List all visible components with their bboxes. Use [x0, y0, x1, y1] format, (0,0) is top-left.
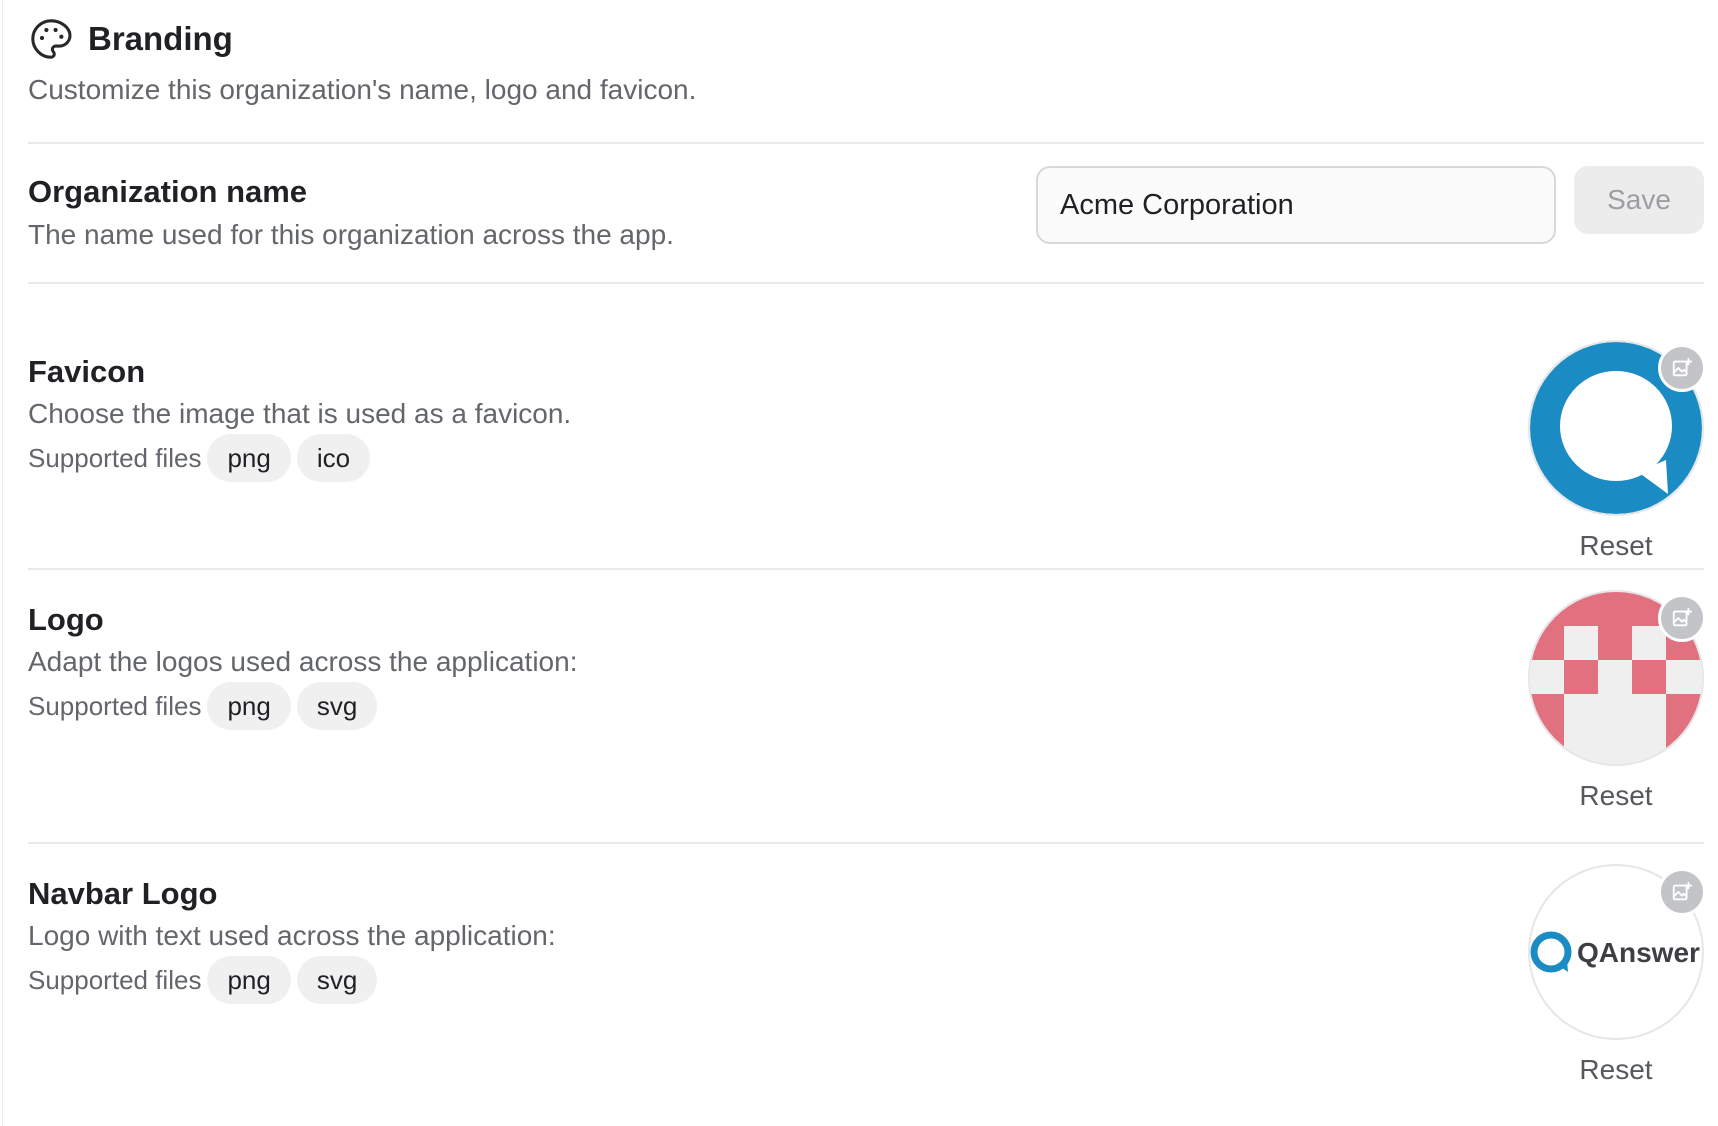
page-subtitle: Customize this organization's name, logo…: [28, 74, 697, 105]
branding-settings: Branding Customize this organization's n…: [28, 0, 1706, 1104]
format-chip: png: [207, 682, 291, 730]
navbar-logo-section: Navbar Logo Logo with text used across t…: [28, 844, 1706, 1104]
image-edit-icon[interactable]: [1658, 868, 1706, 916]
navbar-logo-preview[interactable]: QAnswer: [1528, 864, 1706, 1040]
logo-section: Logo Adapt the logos used across the app…: [28, 570, 1706, 842]
save-button[interactable]: Save: [1574, 166, 1704, 234]
section-title: Logo: [28, 602, 104, 637]
format-chip: svg: [296, 956, 378, 1004]
palette-icon: [31, 19, 72, 59]
organization-name-section: Organization name The name used for this…: [28, 144, 1704, 282]
image-edit-icon[interactable]: [1658, 594, 1706, 642]
organization-name-input[interactable]: [1036, 166, 1556, 244]
format-chip: png: [207, 434, 291, 482]
favicon-preview[interactable]: [1528, 340, 1706, 516]
supported-files-label: Supported files: [28, 964, 202, 995]
logo-preview[interactable]: [1528, 590, 1706, 766]
supported-files-label: Supported files: [28, 690, 202, 721]
supported-files-label: Supported files: [28, 442, 202, 473]
section-description: The name used for this organization acro…: [28, 219, 674, 250]
supported-files: Supported files png svg: [28, 956, 383, 1004]
section-description: Choose the image that is used as a favic…: [28, 398, 572, 429]
section-description: Logo with text used across the applicati…: [28, 920, 556, 951]
qanswer-logo-text: QAnswer: [1577, 937, 1700, 968]
section-description: Adapt the logos used across the applicat…: [28, 646, 578, 677]
section-title: Navbar Logo: [28, 876, 218, 911]
format-chip: png: [207, 956, 291, 1004]
reset-button[interactable]: Reset: [1528, 780, 1704, 812]
supported-files: Supported files png svg: [28, 682, 383, 730]
branding-page: Branding Customize this organization's n…: [0, 0, 1718, 1126]
format-chip: svg: [296, 682, 378, 730]
favicon-section: Favicon Choose the image that is used as…: [28, 284, 1706, 568]
supported-files: Supported files png ico: [28, 434, 376, 482]
page-title: Branding: [88, 20, 233, 57]
section-title: Organization name: [28, 174, 308, 209]
format-chip: ico: [296, 434, 371, 482]
left-border: [2, 0, 3, 1126]
section-title: Favicon: [28, 354, 146, 389]
reset-button[interactable]: Reset: [1528, 530, 1704, 562]
reset-button[interactable]: Reset: [1528, 1054, 1704, 1086]
image-edit-icon[interactable]: [1658, 344, 1706, 392]
branding-header: Branding Customize this organization's n…: [28, 0, 1704, 142]
